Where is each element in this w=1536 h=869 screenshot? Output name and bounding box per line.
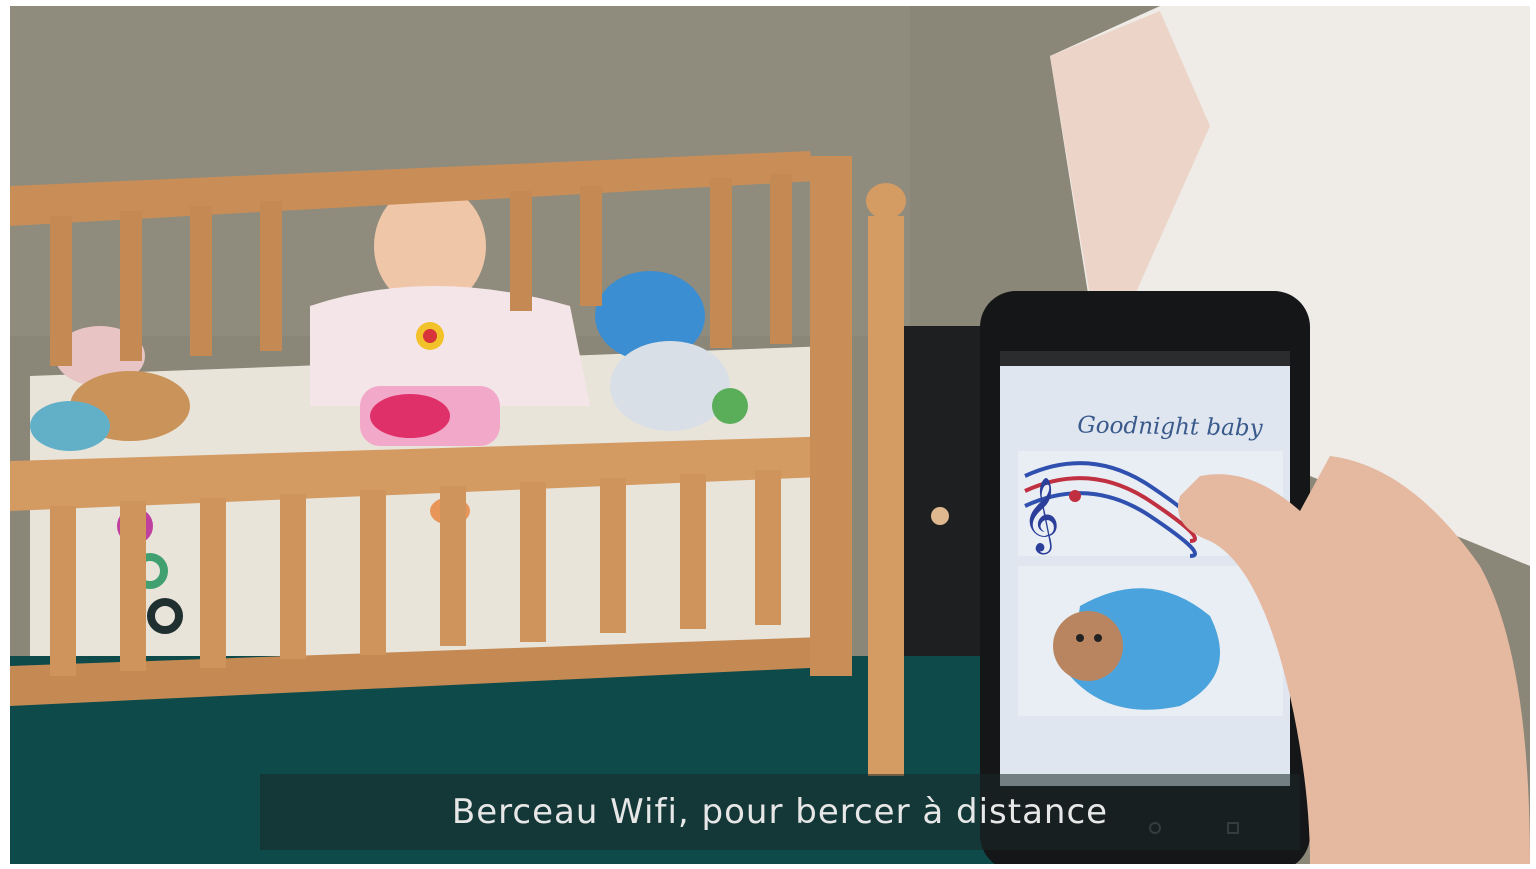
svg-text:𝄞: 𝄞 <box>1022 478 1060 555</box>
video-frame: 𝄞 Goodnight baby Berceau Wifi, pour berc… <box>10 6 1530 864</box>
swaddled-baby-icon[interactable] <box>1018 566 1283 716</box>
bedroom-scene: 𝄞 <box>10 6 1530 864</box>
app-title: Goodnight baby <box>1077 412 1263 442</box>
video-subtitle: Berceau Wifi, pour bercer à distance <box>451 792 1109 832</box>
